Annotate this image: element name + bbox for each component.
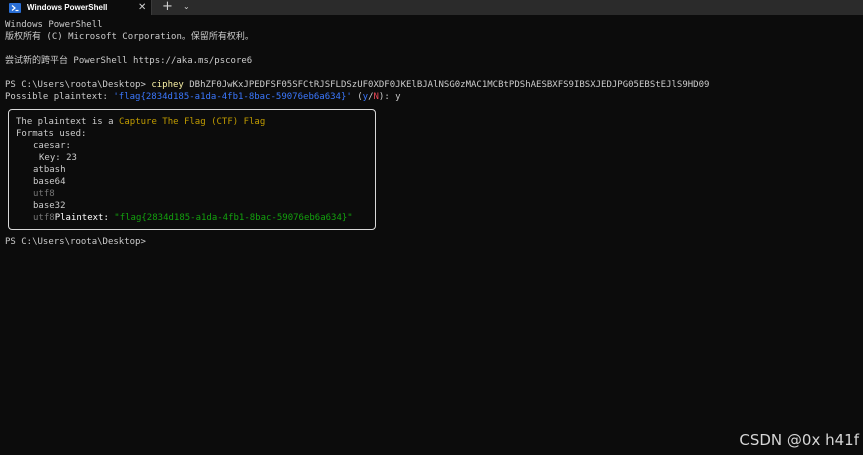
banner-line-2: 版权所有 (C) Microsoft Corporation。保留所有权利。 [5, 32, 254, 42]
format-item: atbash [33, 165, 66, 175]
new-tab-button[interactable]: + [162, 0, 173, 15]
format-item: caesar: [33, 141, 71, 151]
watermark: CSDN @0x h41f [739, 431, 859, 449]
format-item: utf8 [33, 213, 55, 223]
format-item: base64 [33, 177, 66, 187]
format-item: base32 [33, 201, 66, 211]
plaintext-line: utf8Plaintext: "flag{2834d185-a1da-4fb1-… [16, 212, 353, 224]
title-bar: Windows PowerShell ✕ + ⌄ [0, 0, 863, 15]
possible-label: Possible plaintext: [5, 92, 114, 102]
possible-plaintext-line: Possible plaintext: 'flag{2834d185-a1da-… [5, 91, 709, 103]
confirm-close: ): [378, 92, 396, 102]
close-tab-icon[interactable]: ✕ [138, 0, 146, 15]
banner-line-3: 尝试新的跨平台 PowerShell https://aka.ms/pscore… [5, 56, 253, 66]
format-item: utf8 [33, 189, 55, 199]
plaintext-value: "flag{2834d185-a1da-4fb1-8bac-59076eb6a6… [114, 213, 353, 223]
banner-line-1: Windows PowerShell [5, 20, 103, 30]
tab-powershell[interactable]: Windows PowerShell ✕ [0, 0, 152, 15]
terminal-output[interactable]: Windows PowerShell 版权所有 (C) Microsoft Co… [5, 19, 709, 103]
plaintext-prefix: The plaintext is a [16, 117, 119, 127]
result-content: The plaintext is a Capture The Flag (CTF… [16, 116, 353, 224]
prompt: PS C:\Users\roota\Desktop> [5, 80, 152, 90]
command-argument: DBhZF0JwKxJPEDFSF05SFCtRJSFLDSzUF0XDF0JK… [183, 80, 710, 90]
tab-title: Windows PowerShell [27, 3, 108, 12]
command-line: PS C:\Users\roota\Desktop> ciphey DBhZF0… [5, 79, 709, 91]
format-item: Key: 23 [39, 153, 77, 163]
plaintext-label: Plaintext: [54, 213, 115, 223]
confirm-open: ( [351, 92, 363, 102]
plaintext-type-line: The plaintext is a Capture The Flag (CTF… [16, 116, 353, 128]
possible-value: 'flag{2834d185-a1da-4fb1-8bac-59076eb6a6… [113, 92, 352, 102]
final-prompt[interactable]: PS C:\Users\roota\Desktop> [5, 236, 146, 248]
powershell-icon [9, 2, 21, 13]
plaintext-type: Capture The Flag (CTF) Flag [118, 117, 266, 127]
answer: y [395, 92, 401, 102]
chevron-down-icon[interactable]: ⌄ [183, 0, 190, 15]
formats-label: Formats used: [16, 129, 87, 139]
command-name: ciphey [151, 80, 184, 90]
